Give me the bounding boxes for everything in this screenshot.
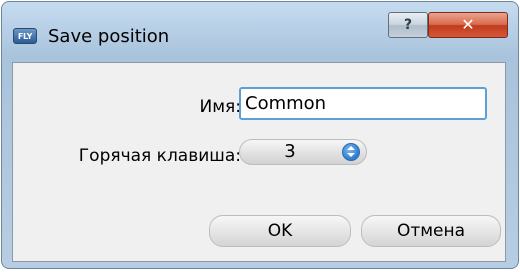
app-logo-icon: FLY bbox=[13, 28, 37, 44]
close-button[interactable]: ✕ bbox=[428, 12, 508, 38]
save-position-dialog: FLY Save position ? ✕ Имя: Горячая клави… bbox=[1, 1, 519, 269]
dialog-body: Имя: Горячая клавиша: 3 OK Отмена bbox=[12, 62, 506, 262]
help-button[interactable]: ? bbox=[388, 12, 428, 38]
spin-down-icon[interactable] bbox=[347, 153, 355, 157]
hotkey-label: Горячая клавиша: bbox=[78, 146, 241, 166]
cancel-button[interactable]: Отмена bbox=[361, 215, 501, 247]
hotkey-value: 3 bbox=[284, 141, 296, 162]
question-icon: ? bbox=[403, 17, 413, 33]
name-label: Имя: bbox=[199, 97, 242, 117]
name-input[interactable] bbox=[239, 87, 487, 120]
window-title: Save position bbox=[48, 26, 170, 47]
close-icon: ✕ bbox=[461, 15, 475, 34]
spin-arrows-icon[interactable] bbox=[342, 143, 360, 161]
spin-up-icon[interactable] bbox=[347, 146, 355, 150]
hotkey-spinbox[interactable]: 3 bbox=[239, 139, 367, 165]
title-bar[interactable]: FLY Save position ? ✕ bbox=[2, 2, 518, 62]
ok-button[interactable]: OK bbox=[209, 215, 351, 247]
